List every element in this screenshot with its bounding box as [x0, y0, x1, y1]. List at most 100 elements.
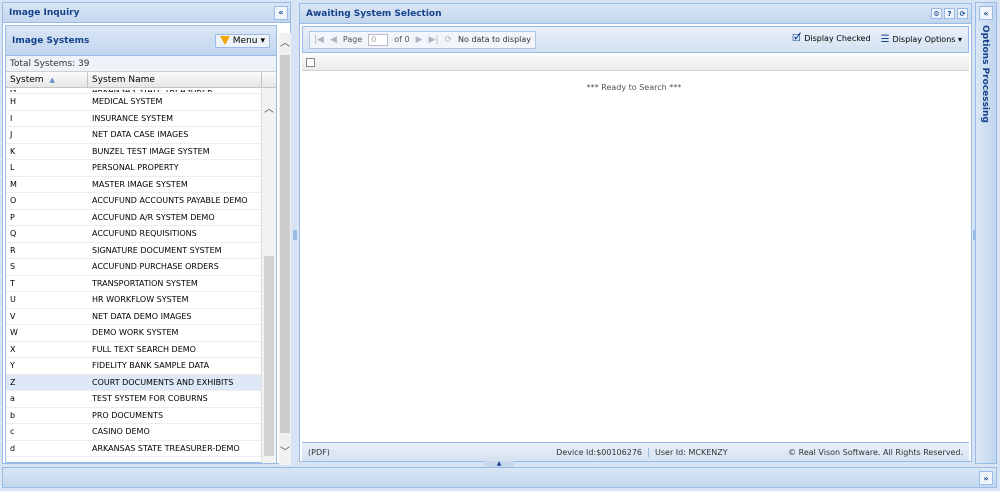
- system-row[interactable]: U HR WORKFLOW SYSTEM: [6, 292, 262, 309]
- system-name: NET DATA DEMO IMAGES: [92, 311, 192, 321]
- page-number-input[interactable]: 0: [368, 33, 389, 46]
- system-name: FIDELITY BANK SAMPLE DATA: [92, 361, 210, 371]
- system-code: O: [10, 196, 17, 206]
- page-of-label: of 0: [394, 35, 410, 44]
- pdf-link[interactable]: (PDF): [308, 448, 478, 457]
- system-row[interactable]: Y FIDELITY BANK SAMPLE DATA: [6, 358, 262, 375]
- chevron-down-icon: ▾: [260, 35, 265, 46]
- system-row[interactable]: H MEDICAL SYSTEM: [6, 94, 262, 111]
- left-outer-scrollbar[interactable]: ︿ ﹀: [279, 33, 291, 465]
- system-row[interactable]: X FULL TEXT SEARCH DEMO: [6, 342, 262, 358]
- system-row[interactable]: W DEMO WORK SYSTEM: [6, 325, 262, 342]
- system-row[interactable]: Q ACCUFUND REQUISITIONS: [6, 226, 262, 243]
- system-row[interactable]: b PRO DOCUMENTS: [6, 408, 262, 424]
- system-name: FULL TEXT SEARCH DEMO: [92, 344, 196, 354]
- system-name: ACCUFUND REQUISITIONS: [92, 229, 197, 239]
- system-name: SIGNATURE DOCUMENT SYSTEM: [92, 245, 222, 255]
- system-row[interactable]: S ACCUFUND PURCHASE ORDERS: [6, 259, 262, 276]
- system-row[interactable]: R SIGNATURE DOCUMENT SYSTEM: [6, 243, 262, 259]
- options-processing-title: Options Processing: [980, 25, 990, 123]
- display-options-button[interactable]: ☰ Display Options ▾: [881, 34, 962, 45]
- next-page-icon[interactable]: ▶: [416, 35, 423, 45]
- image-inquiry-title: Image Inquiry: [9, 7, 80, 18]
- column-header-system[interactable]: System ▲: [6, 72, 88, 87]
- system-code: G: [6, 90, 88, 92]
- first-page-icon[interactable]: |◀: [314, 35, 324, 45]
- user-id: User Id: MCKENZY: [648, 447, 778, 457]
- system-name: TEST SYSTEM FOR COBURNS: [92, 394, 208, 404]
- system-row[interactable]: L PERSONAL PROPERTY: [6, 160, 262, 177]
- system-code: d: [10, 443, 16, 453]
- results-title: Awaiting System Selection: [306, 8, 442, 19]
- list-menu-icon: ☰: [880, 34, 890, 45]
- copyright: © Real Vison Software. All Rights Reserv…: [788, 447, 963, 457]
- system-code: L: [10, 163, 15, 173]
- last-page-icon[interactable]: ▶|: [429, 35, 439, 45]
- system-row[interactable]: T TRANSPORTATION SYSTEM: [6, 276, 262, 292]
- expand-right-button[interactable]: «: [979, 6, 993, 20]
- results-grid-header: [302, 55, 969, 71]
- menu-button[interactable]: Menu ▾: [214, 33, 270, 48]
- splitter-handle[interactable]: [293, 230, 297, 240]
- system-row[interactable]: P ACCUFUND A/R SYSTEM DEMO: [6, 210, 262, 226]
- refresh-icon[interactable]: ⟳: [445, 35, 453, 45]
- scroll-up-icon[interactable]: ︿: [264, 100, 274, 115]
- scroll-down-icon[interactable]: ﹀: [280, 443, 290, 458]
- refresh-icon[interactable]: ⟳: [957, 8, 968, 19]
- help-icon[interactable]: ?: [944, 8, 955, 19]
- display-options-label: Display Options: [892, 35, 956, 44]
- collapse-left-button[interactable]: «: [274, 5, 288, 20]
- system-name: NET DATA CASE IMAGES: [92, 130, 189, 140]
- sort-asc-icon: ▲: [49, 76, 55, 84]
- header-tools: ⚙ ? ⟳: [931, 8, 968, 19]
- app-root: Image Inquiry « Image Systems Menu ▾ Tot…: [0, 0, 1000, 491]
- system-row[interactable]: a TEST SYSTEM FOR COBURNS: [6, 391, 262, 408]
- system-code: V: [10, 311, 16, 321]
- system-code: H: [10, 97, 17, 107]
- system-code: P: [10, 212, 15, 222]
- system-code: W: [10, 328, 18, 338]
- scroll-up-icon[interactable]: ︿: [280, 34, 290, 49]
- system-row[interactable]: d ARKANSAS STATE TREASURER-DEMO: [6, 441, 262, 457]
- column-header-system-name[interactable]: System Name: [88, 72, 262, 87]
- system-name: ACCUFUND A/R SYSTEM DEMO: [92, 212, 215, 222]
- system-row[interactable]: J NET DATA CASE IMAGES: [6, 127, 262, 144]
- system-name: MEDICAL SYSTEM: [92, 97, 163, 107]
- ready-message: *** Ready to Search ***: [586, 83, 682, 92]
- systems-column-headers: System ▲ System Name: [6, 72, 276, 88]
- system-code: Q: [10, 229, 17, 239]
- gear-icon[interactable]: ⚙: [931, 8, 942, 19]
- system-name: ARKANSAS STATE TREASURER: [88, 90, 262, 92]
- outer-scrollbar-thumb[interactable]: [280, 55, 290, 433]
- filter-icon: [219, 36, 230, 45]
- system-name: BUNZEL TEST IMAGE SYSTEM: [92, 146, 210, 156]
- system-row[interactable]: K BUNZEL TEST IMAGE SYSTEM: [6, 144, 262, 160]
- system-name: ACCUFUND ACCOUNTS PAYABLE DEMO: [92, 196, 248, 206]
- menu-label: Menu: [232, 35, 258, 46]
- left-splitter[interactable]: [292, 2, 298, 464]
- page-label: Page: [342, 35, 363, 44]
- system-name: PERSONAL PROPERTY: [92, 163, 179, 173]
- system-row[interactable]: Z COURT DOCUMENTS AND EXHIBITS: [6, 374, 262, 391]
- expand-bottom-button[interactable]: »: [979, 471, 993, 485]
- system-row[interactable]: c CASINO DEMO: [6, 424, 262, 441]
- system-row[interactable]: V NET DATA DEMO IMAGES: [6, 309, 262, 325]
- results-toolbar: |◀ ◀ Page 0 of 0 ▶ ▶| ⟳ No data to displ…: [302, 26, 969, 53]
- options-processing-panel[interactable]: « Options Processing: [975, 2, 997, 464]
- scrollbar-thumb[interactable]: [264, 256, 274, 456]
- system-row[interactable]: I INSURANCE SYSTEM: [6, 111, 262, 127]
- display-checked-button[interactable]: 🗹 Display Checked: [792, 31, 870, 48]
- select-all-checkbox[interactable]: [306, 58, 315, 67]
- system-name: INSURANCE SYSTEM: [92, 113, 174, 123]
- prev-page-icon[interactable]: ◀: [330, 35, 337, 45]
- system-name: ARKANSAS STATE TREASURER-DEMO: [92, 443, 240, 453]
- system-row[interactable]: O ACCUFUND ACCOUNTS PAYABLE DEMO: [6, 193, 262, 210]
- systems-scrollbar[interactable]: ︿: [261, 88, 276, 463]
- system-code: Y: [10, 361, 15, 371]
- system-code: U: [10, 295, 16, 305]
- system-name: ACCUFUND PURCHASE ORDERS: [92, 262, 219, 272]
- system-row[interactable]: M MASTER IMAGE SYSTEM: [6, 177, 262, 193]
- system-code: c: [10, 427, 15, 437]
- chevron-down-icon: ▾: [957, 35, 962, 44]
- image-systems-panel: Image Systems Menu ▾ Total Systems: 39 S…: [5, 25, 277, 463]
